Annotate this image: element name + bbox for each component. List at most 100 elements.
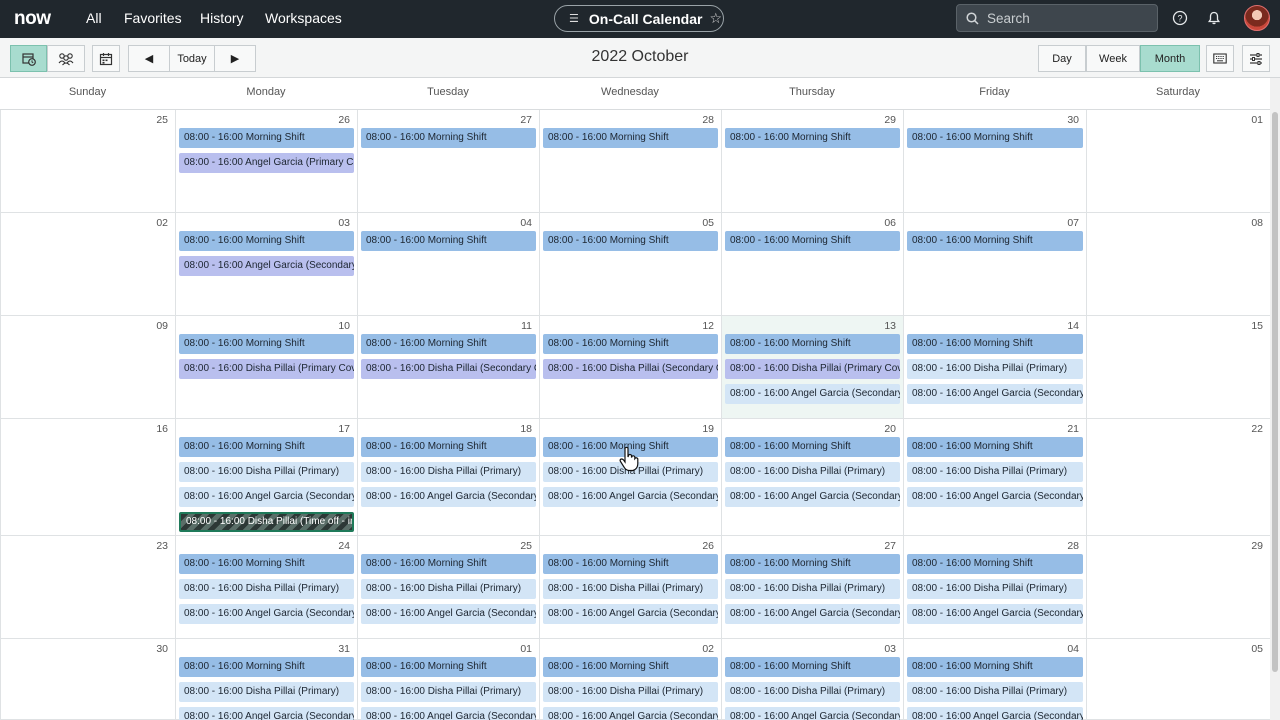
calendar-event[interactable]: 08:00 - 16:00 Morning Shift xyxy=(725,554,900,574)
calendar-event[interactable]: 08:00 - 16:00 Angel Garcia (Secondary) xyxy=(725,487,900,507)
calendar-event[interactable]: 08:00 - 16:00 Morning Shift xyxy=(543,128,718,148)
calendar-event[interactable]: 08:00 - 16:00 Disha Pillai (Primary) xyxy=(907,579,1083,599)
calendar-event[interactable]: 08:00 - 16:00 Morning Shift xyxy=(543,554,718,574)
day-cell[interactable]: 25 xyxy=(0,110,175,213)
calendar-event[interactable]: 08:00 - 16:00 Morning Shift xyxy=(907,554,1083,574)
calendar-event[interactable]: 08:00 - 16:00 Disha Pillai (Primary) xyxy=(179,462,354,482)
calendar-event[interactable]: 08:00 - 16:00 Angel Garcia (Secondary) xyxy=(543,487,718,507)
day-cell[interactable]: 01 xyxy=(1086,110,1270,213)
calendar-event[interactable]: 08:00 - 16:00 Angel Garcia (Secondary Co… xyxy=(179,256,354,276)
calendar-event[interactable]: 08:00 - 16:00 Morning Shift xyxy=(179,334,354,354)
calendar-event[interactable]: 08:00 - 16:00 Disha Pillai (Primary) xyxy=(179,579,354,599)
day-cell[interactable]: 25 08:00 - 16:00 Morning Shift 08:00 - 16:… xyxy=(357,536,539,639)
date-picker-button[interactable] xyxy=(92,45,120,72)
calendar-event[interactable]: 08:00 - 16:00 Morning Shift xyxy=(179,128,354,148)
day-cell[interactable]: 26 08:00 - 16:00 Morning Shift 08:00 - 16:… xyxy=(539,536,721,639)
day-cell[interactable]: 23 xyxy=(0,536,175,639)
global-search[interactable]: Search xyxy=(956,4,1158,32)
day-cell[interactable]: 24 08:00 - 16:00 Morning Shift 08:00 - 16:… xyxy=(175,536,357,639)
nav-workspaces[interactable]: Workspaces xyxy=(265,10,342,26)
day-cell[interactable]: 11 08:00 - 16:00 Morning Shift 08:00 - 16:… xyxy=(357,316,539,419)
calendar-event[interactable]: 08:00 - 16:00 Morning Shift xyxy=(907,231,1083,251)
nav-favorites[interactable]: Favorites xyxy=(124,10,182,26)
members-view-button[interactable] xyxy=(47,45,85,72)
calendar-event[interactable]: 08:00 - 16:00 Disha Pillai (Secondary Co… xyxy=(361,359,536,379)
scrollbar-thumb[interactable] xyxy=(1272,112,1278,672)
calendar-event[interactable]: 08:00 - 16:00 Morning Shift xyxy=(907,128,1083,148)
day-cell[interactable]: 28 08:00 - 16:00 Morning Shift 08:00 - 16:… xyxy=(903,536,1086,639)
calendar-event[interactable]: 08:00 - 16:00 Angel Garcia (Secondary) xyxy=(907,487,1083,507)
calendar-event[interactable]: 08:00 - 16:00 Morning Shift xyxy=(179,231,354,251)
nav-history[interactable]: History xyxy=(200,10,244,26)
calendar-event[interactable]: 08:00 - 16:00 Disha Pillai (Primary) xyxy=(361,579,536,599)
day-cell[interactable]: 04 08:00 - 16:00 Morning Shift 08:00 - 16:… xyxy=(903,639,1086,720)
calendar-event[interactable]: 08:00 - 16:00 Angel Garcia (Secondary) xyxy=(907,707,1083,720)
calendar-event[interactable]: 08:00 - 16:00 Disha Pillai (Primary) xyxy=(361,462,536,482)
calendar-event[interactable]: 08:00 - 16:00 Morning Shift xyxy=(907,657,1083,677)
calendar-event[interactable]: 08:00 - 16:00 Morning Shift xyxy=(179,437,354,457)
day-cell[interactable]: 17 08:00 - 16:00 Morning Shift 08:00 - 16:… xyxy=(175,419,357,536)
day-cell[interactable]: 27 08:00 - 16:00 Morning Shift xyxy=(357,110,539,213)
calendar-event[interactable]: 08:00 - 16:00 Morning Shift xyxy=(543,231,718,251)
day-cell[interactable]: 12 08:00 - 16:00 Morning Shift 08:00 - 16:… xyxy=(539,316,721,419)
timeline-view-button[interactable] xyxy=(10,45,47,72)
calendar-event[interactable]: 08:00 - 16:00 Morning Shift xyxy=(725,128,900,148)
day-cell[interactable]: 16 xyxy=(0,419,175,536)
calendar-event[interactable]: 08:00 - 16:00 Angel Garcia (Secondary) xyxy=(361,487,536,507)
calendar-event[interactable]: 08:00 - 16:00 Disha Pillai (Primary) xyxy=(907,462,1083,482)
day-cell[interactable]: 19 08:00 - 16:00 Morning Shift 08:00 - 16:… xyxy=(539,419,721,536)
view-day-button[interactable]: Day xyxy=(1038,45,1086,72)
day-cell[interactable]: 04 08:00 - 16:00 Morning Shift xyxy=(357,213,539,316)
calendar-event[interactable]: 08:00 - 16:00 Angel Garcia (Secondary) xyxy=(543,707,718,720)
day-cell[interactable]: 22 xyxy=(1086,419,1270,536)
day-cell[interactable]: 21 08:00 - 16:00 Morning Shift 08:00 - 16:… xyxy=(903,419,1086,536)
day-cell[interactable]: 15 xyxy=(1086,316,1270,419)
calendar-event[interactable]: 08:00 - 16:00 Angel Garcia (Secondary) xyxy=(179,487,354,507)
calendar-event[interactable]: 08:00 - 16:00 Morning Shift xyxy=(907,437,1083,457)
calendar-event[interactable]: 08:00 - 16:00 Morning Shift xyxy=(179,554,354,574)
day-cell[interactable]: 10 08:00 - 16:00 Morning Shift 08:00 - 16:… xyxy=(175,316,357,419)
calendar-event[interactable]: 08:00 - 16:00 Morning Shift xyxy=(725,334,900,354)
calendar-event[interactable]: 08:00 - 16:00 Disha Pillai (Primary) xyxy=(543,579,718,599)
previous-month-button[interactable]: ◀ xyxy=(128,45,170,72)
calendar-event[interactable]: 08:00 - 16:00 Angel Garcia (Secondary) xyxy=(361,707,536,720)
day-cell[interactable]: 01 08:00 - 16:00 Morning Shift 08:00 - 16:… xyxy=(357,639,539,720)
calendar-event[interactable]: 08:00 - 16:00 Disha Pillai (Primary) xyxy=(179,682,354,702)
day-cell[interactable]: 05 08:00 - 16:00 Morning Shift xyxy=(539,213,721,316)
day-cell[interactable]: 07 08:00 - 16:00 Morning Shift xyxy=(903,213,1086,316)
user-avatar[interactable] xyxy=(1244,5,1270,31)
day-cell[interactable]: 30 08:00 - 16:00 Morning Shift xyxy=(903,110,1086,213)
calendar-event[interactable]: 08:00 - 16:00 Disha Pillai (Primary) xyxy=(543,682,718,702)
calendar-event[interactable]: 08:00 - 16:00 Morning Shift xyxy=(725,437,900,457)
now-logo[interactable]: now xyxy=(14,8,62,28)
nav-all[interactable]: All xyxy=(86,10,102,26)
calendar-event[interactable]: 08:00 - 16:00 Disha Pillai (Primary) xyxy=(907,359,1083,379)
day-cell[interactable]: 05 xyxy=(1086,639,1270,720)
calendar-event[interactable]: 08:00 - 16:00 Angel Garcia (Primary Cove… xyxy=(179,153,354,173)
calendar-event[interactable]: 08:00 - 16:00 Morning Shift xyxy=(543,657,718,677)
calendar-event[interactable]: 08:00 - 16:00 Disha Pillai (Primary Cove… xyxy=(725,359,900,379)
today-button[interactable]: Today xyxy=(169,45,215,72)
calendar-event[interactable]: 08:00 - 16:00 Morning Shift xyxy=(361,334,536,354)
calendar-event[interactable]: 08:00 - 16:00 Angel Garcia (Secondary) xyxy=(543,604,718,624)
day-cell[interactable]: 08 xyxy=(1086,213,1270,316)
day-cell[interactable]: 29 08:00 - 16:00 Morning Shift xyxy=(721,110,903,213)
bell-icon[interactable] xyxy=(1206,10,1222,26)
filter-settings-button[interactable] xyxy=(1242,45,1270,72)
calendar-event[interactable]: 08:00 - 16:00 Disha Pillai (Secondary Co… xyxy=(543,359,718,379)
calendar-event[interactable]: 08:00 - 16:00 Morning Shift xyxy=(725,657,900,677)
day-cell[interactable]: 18 08:00 - 16:00 Morning Shift 08:00 - 16:… xyxy=(357,419,539,536)
day-cell[interactable]: 02 xyxy=(0,213,175,316)
view-week-button[interactable]: Week xyxy=(1086,45,1140,72)
calendar-event[interactable]: 08:00 - 16:00 Morning Shift xyxy=(179,657,354,677)
star-icon[interactable]: ☆ xyxy=(709,10,722,27)
day-cell[interactable]: 13 08:00 - 16:00 Morning Shift 08:00 - 16:… xyxy=(721,316,903,419)
day-cell[interactable]: 03 08:00 - 16:00 Morning Shift 08:00 - 16:… xyxy=(721,639,903,720)
day-cell[interactable]: 09 xyxy=(0,316,175,419)
calendar-event[interactable]: 08:00 - 16:00 Disha Pillai (Primary) xyxy=(907,682,1083,702)
calendar-event[interactable]: 08:00 - 16:00 Morning Shift xyxy=(361,128,536,148)
day-cell[interactable]: 20 08:00 - 16:00 Morning Shift 08:00 - 16:… xyxy=(721,419,903,536)
calendar-event[interactable]: 08:00 - 16:00 Disha Pillai (Primary) xyxy=(725,579,900,599)
calendar-event[interactable]: 08:00 - 16:00 Morning Shift xyxy=(361,231,536,251)
calendar-event[interactable]: 08:00 - 16:00 Morning Shift xyxy=(361,554,536,574)
